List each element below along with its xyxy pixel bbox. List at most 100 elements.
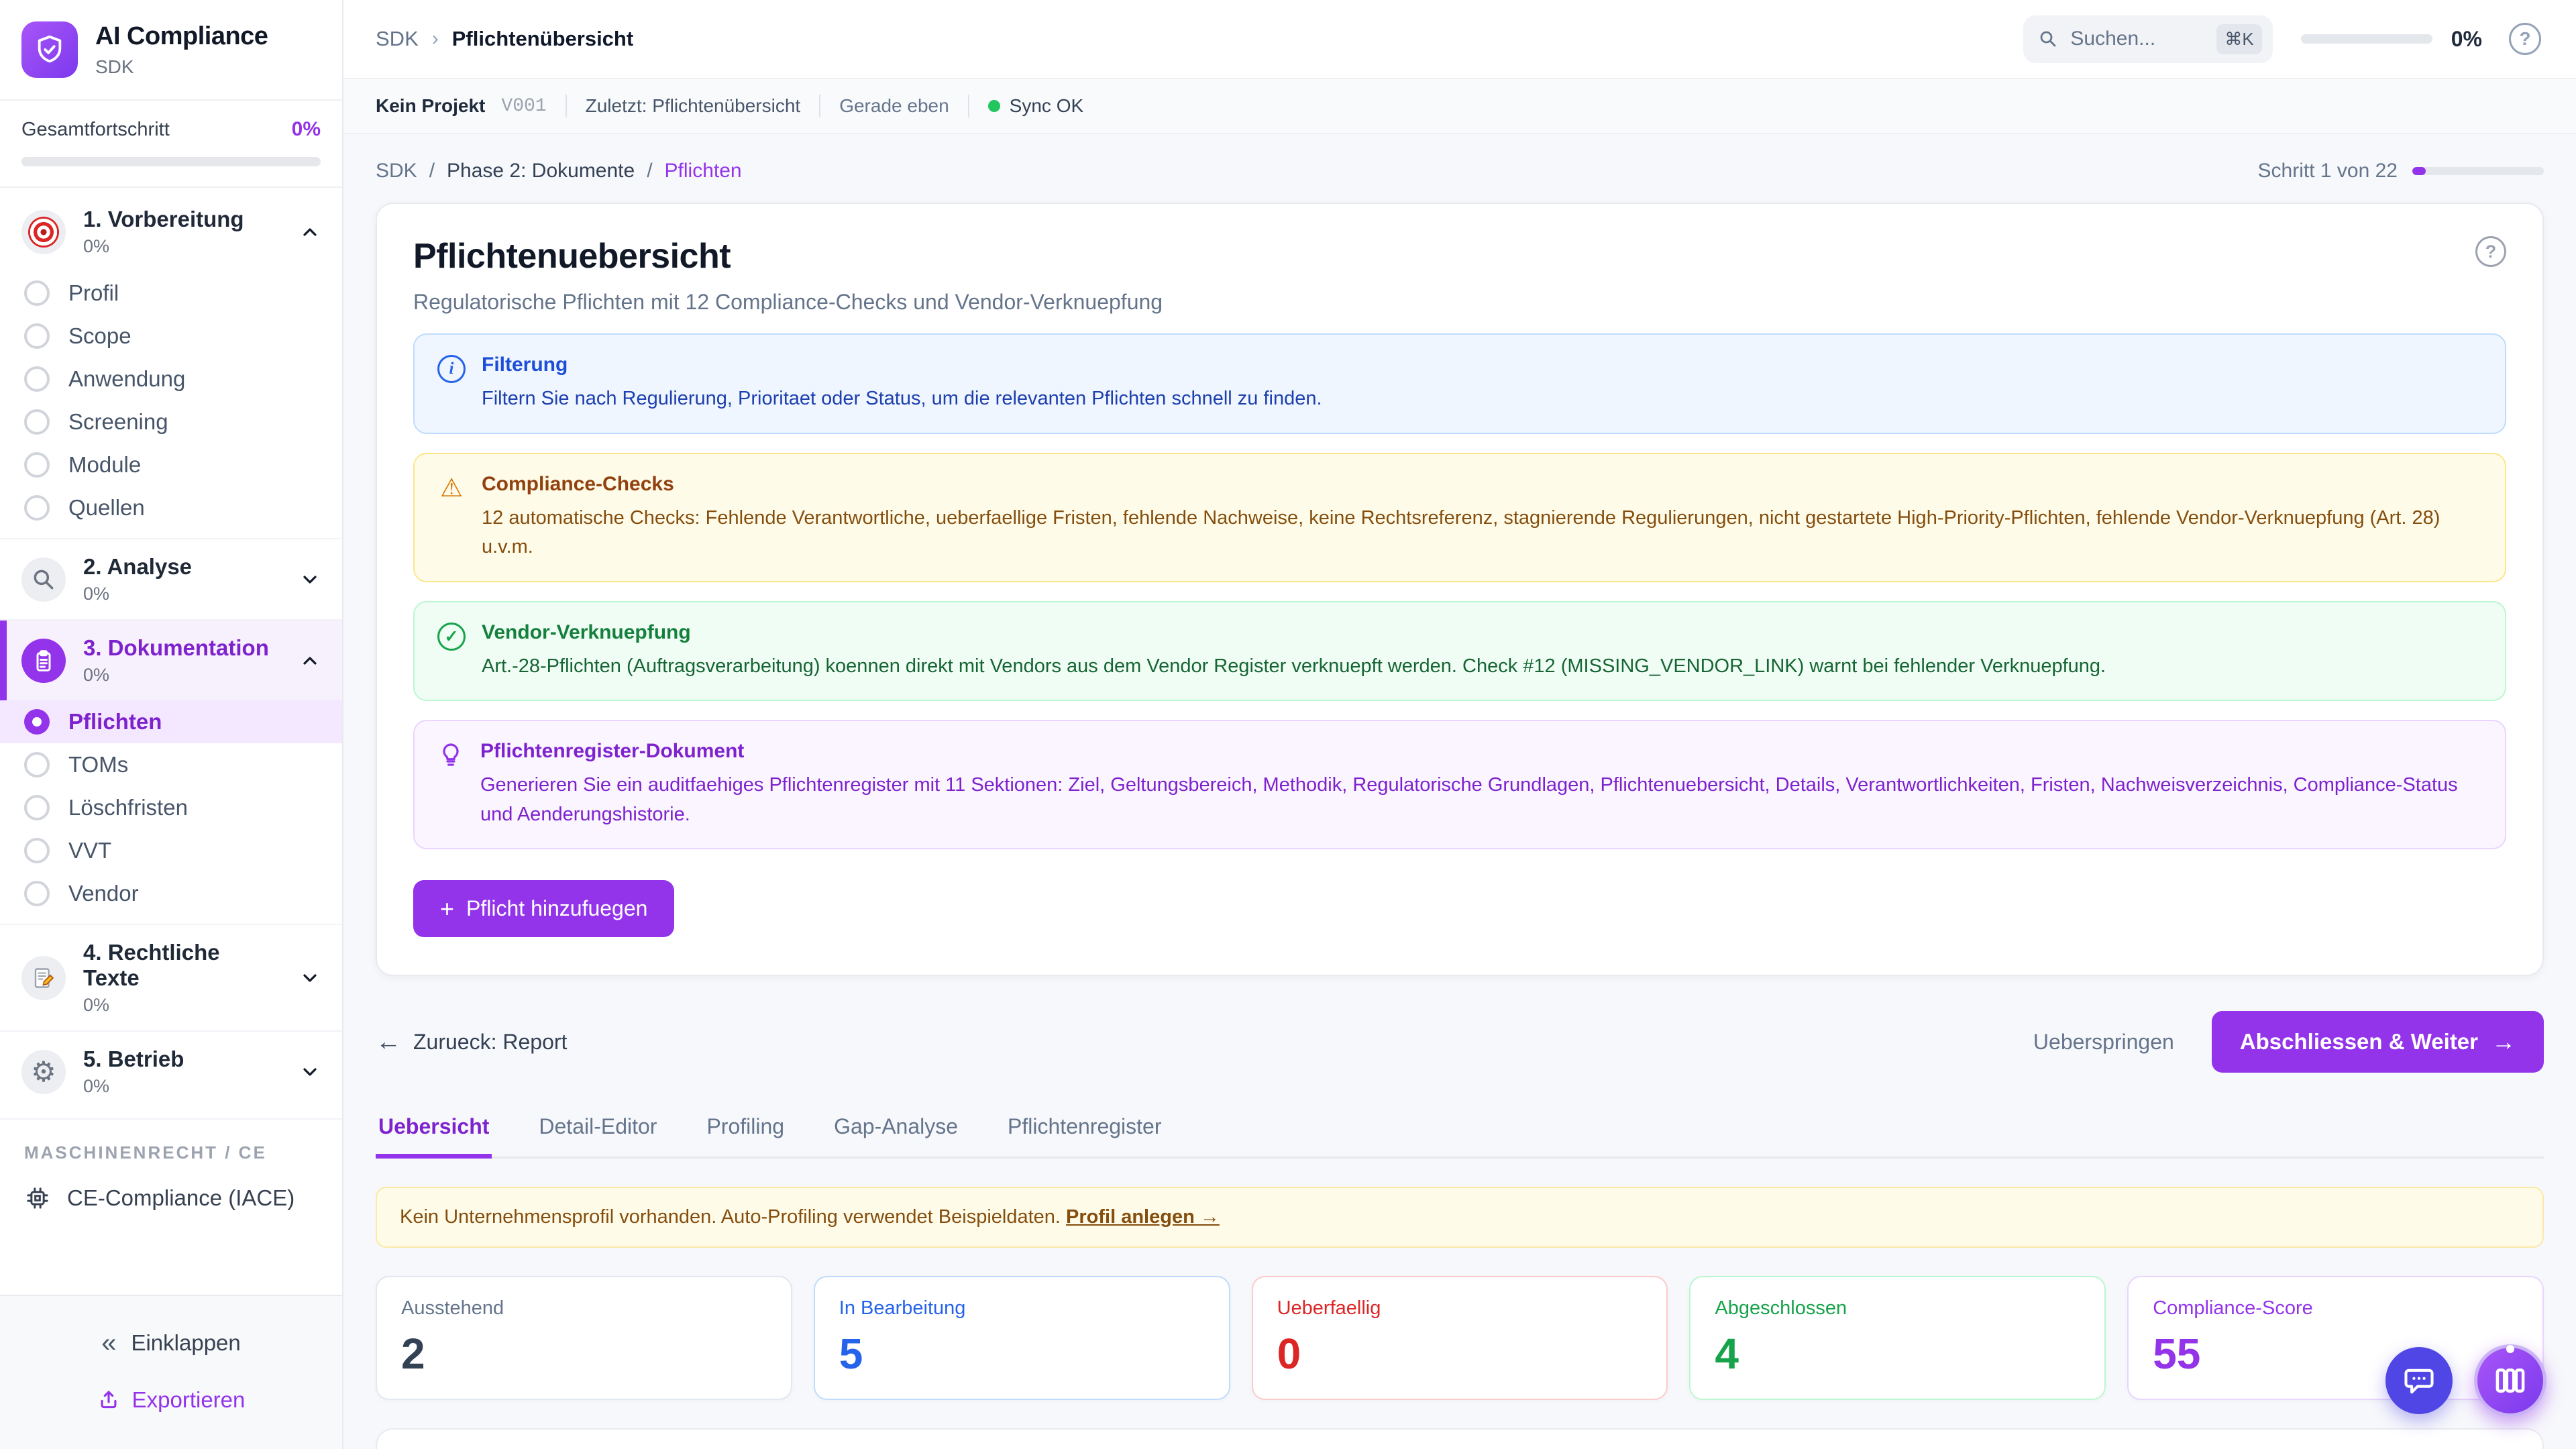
double-chevron-left-icon: « [101,1330,116,1356]
tab-detail-editor[interactable]: Detail-Editor [536,1104,659,1157]
chevron-down-icon[interactable] [299,967,321,989]
topbar-progress-bar [2301,34,2432,44]
sidebar-item-profil[interactable]: Profil [0,272,342,315]
plus-icon: + [440,897,454,921]
group-item-label: CE-Compliance (IACE) [67,1185,294,1211]
chevron-down-icon[interactable] [299,1061,321,1083]
main-area: SDK › Pflichtenübersicht ⌘K 0% ? Kein Pr… [343,0,2576,1449]
skip-button[interactable]: Ueberspringen [2033,1030,2174,1055]
search-box[interactable]: ⌘K [2023,15,2272,63]
infobox-filterung: i Filterung Filtern Sie nach Regulierung… [413,333,2506,434]
sidebar-item-pflichten[interactable]: Pflichten [0,700,342,743]
add-pflicht-label: Pflicht hinzufuegen [466,896,647,921]
stat-card-abgeschlossen: Abgeschlossen 4 [1689,1276,2106,1400]
chevron-up-icon[interactable] [299,221,321,243]
next-section-card-partial [376,1428,2544,1449]
search-input[interactable] [2070,28,2204,50]
section-header-rechtliche-texte[interactable]: 4. Rechtliche Texte 0% [0,925,342,1030]
stat-label: Compliance-Score [2153,1297,2518,1320]
divider [819,95,820,117]
sidebar-item-loeschfristen[interactable]: Löschfristen [0,786,342,829]
radio-icon [24,752,50,777]
sync-status: Sync OK [988,95,1083,117]
arrow-right-icon: → [2491,1028,2516,1056]
breadcrumb-sdk[interactable]: SDK [376,160,417,182]
memo-pencil-icon [21,956,66,1000]
breadcrumb-sep: / [429,160,435,182]
radio-icon [24,366,50,392]
sidebar-item-label: Löschfristen [68,795,188,820]
chat-fab-button[interactable] [2385,1347,2453,1414]
tab-gap-analyse[interactable]: Gap-Analyse [831,1104,961,1157]
sync-ok-dot [988,100,1000,112]
section-header-analyse[interactable]: 2. Analyse 0% [0,539,342,619]
stat-value: 2 [401,1329,767,1379]
sidebar-item-label: Profil [68,280,119,306]
sidebar: AI Compliance SDK Gesamtfortschritt 0% 1… [0,0,343,1449]
infobox-body: Generieren Sie ein auditfaehiges Pflicht… [480,771,2482,829]
sidebar-item-label: Anwendung [68,366,185,392]
tab-uebersicht[interactable]: Uebersicht [376,1104,492,1159]
wizard-nav-row: ← Zurueck: Report Ueberspringen Abschlie… [376,1011,2544,1073]
section-header-dokumentation[interactable]: 3. Dokumentation 0% [0,621,342,700]
section-percent: 0% [83,1076,184,1097]
help-icon[interactable]: ? [2509,23,2541,55]
tab-pflichtenregister[interactable]: Pflichtenregister [1005,1104,1164,1157]
group-label-maschinenrecht: MASCHINENRECHT / CE [0,1118,342,1174]
lightbulb-icon [437,741,464,829]
sidebar-item-label: Pflichten [68,709,162,735]
stat-card-ausstehend: Ausstehend 2 [376,1276,792,1400]
infobox-title: Compliance-Checks [482,473,2482,496]
infobox-body: Filtern Sie nach Regulierung, Prioritaet… [482,384,1322,414]
sidebar-item-vendor[interactable]: Vendor [0,872,342,924]
add-pflicht-button[interactable]: + Pflicht hinzufuegen [413,880,674,937]
chevron-up-icon[interactable] [299,650,321,672]
app-subtitle: SDK [95,56,268,78]
sidebar-item-label: Vendor [68,881,139,906]
overall-progress-bar [21,157,321,166]
notice-text: Kein Unternehmensprofil vorhanden. Auto-… [400,1206,1061,1228]
page-breadcrumb: SDK / Phase 2: Dokumente / Pflichten [376,160,742,182]
infobox-title: Vendor-Verknuepfung [482,621,2106,644]
radio-icon [24,495,50,521]
sync-label: Sync OK [1010,95,1083,117]
section-header-vorbereitung[interactable]: 1. Vorbereitung 0% [0,192,342,272]
card-help-icon[interactable]: ? [2475,236,2506,267]
sidebar-item-quellen[interactable]: Quellen [0,486,342,538]
sidebar-item-screening[interactable]: Screening [0,400,342,443]
section-percent: 0% [83,584,192,604]
sidebar-item-vvt[interactable]: VVT [0,829,342,872]
stat-value: 0 [1277,1329,1643,1379]
radio-selected-icon [24,709,50,735]
nav-section-analyse: 2. Analyse 0% [0,538,342,619]
collapse-sidebar-button[interactable]: « Einklappen [101,1330,241,1356]
collapse-label: Einklappen [131,1330,240,1356]
breadcrumb-sep: / [647,160,652,182]
overall-progress-label: Gesamtfortschritt [21,119,170,141]
breadcrumb-root[interactable]: SDK [376,27,419,51]
profil-anlegen-link[interactable]: Profil anlegen → [1066,1206,1220,1228]
tab-profiling[interactable]: Profiling [704,1104,787,1157]
export-label: Exportieren [132,1387,246,1413]
sidebar-item-scope[interactable]: Scope [0,315,342,358]
radio-icon [24,881,50,906]
topbar: SDK › Pflichtenübersicht ⌘K 0% ? [343,0,2576,79]
chevron-down-icon[interactable] [299,569,321,590]
breadcrumb-phase[interactable]: Phase 2: Dokumente [447,160,635,182]
section-header-betrieb[interactable]: ⚙ 5. Betrieb 0% [0,1032,342,1112]
sidebar-item-ce-compliance[interactable]: CE-Compliance (IACE) [0,1174,342,1229]
columns-fab-button[interactable] [2474,1344,2546,1417]
infobox-compliance-checks: ⚠ Compliance-Checks 12 automatische Chec… [413,453,2506,582]
info-circle-icon: i [437,355,466,383]
radio-icon [24,838,50,863]
finish-next-button[interactable]: Abschliessen & Weiter → [2212,1011,2544,1073]
sidebar-item-module[interactable]: Module [0,443,342,486]
section-label: 4. Rechtliche Texte [83,940,282,991]
sidebar-item-anwendung[interactable]: Anwendung [0,358,342,400]
section-percent: 0% [83,995,282,1016]
export-button[interactable]: Exportieren [97,1387,246,1413]
sidebar-item-toms[interactable]: TOMs [0,743,342,786]
back-link[interactable]: ← Zurueck: Report [376,1028,567,1057]
stat-card-ueberfaellig: Ueberfaellig 0 [1252,1276,1668,1400]
stat-value: 55 [2153,1329,2518,1379]
